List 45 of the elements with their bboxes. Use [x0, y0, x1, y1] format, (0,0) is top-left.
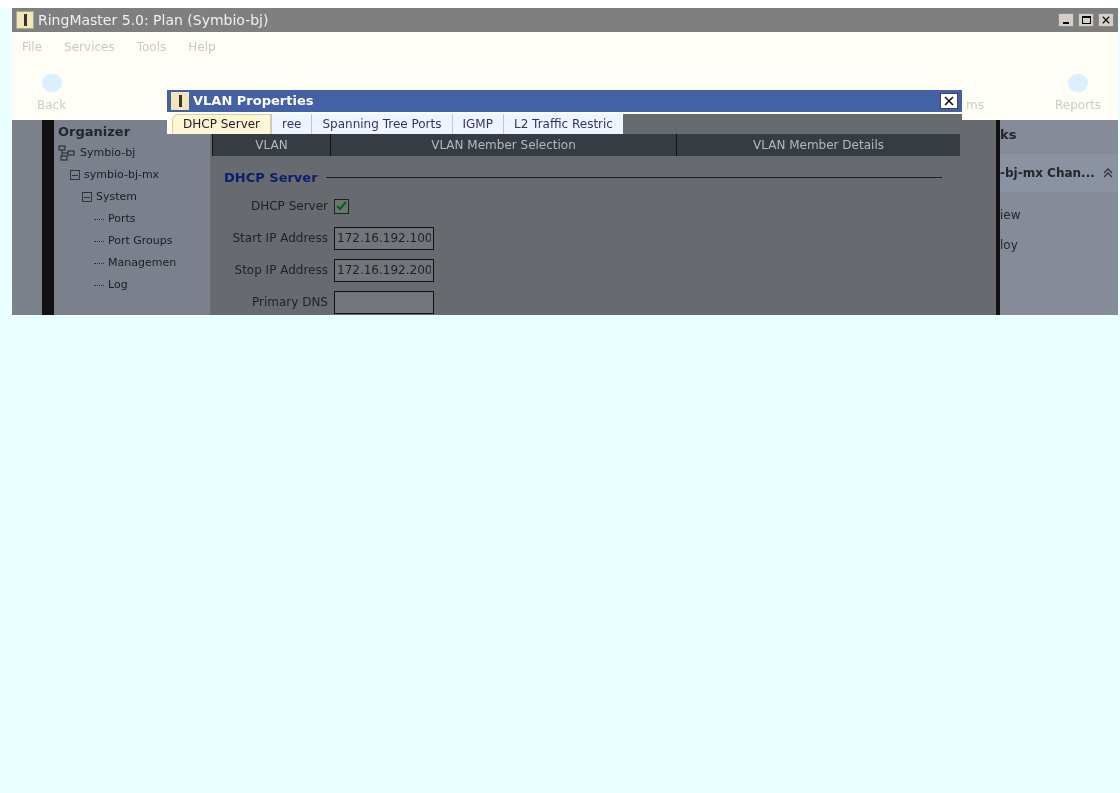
wizard-step[interactable]: VLAN: [212, 133, 330, 156]
panel-title: ks: [1000, 126, 1018, 144]
checkbox[interactable]: [334, 198, 349, 214]
tree-item[interactable]: Ports: [108, 210, 136, 228]
input-field[interactable]: [334, 290, 434, 314]
window-title: RingMaster 5.0: Plan (Symbio-bj): [38, 10, 270, 30]
tab[interactable]: DHCP Server: [172, 113, 272, 134]
toolbar-icon: [1068, 74, 1088, 92]
tab[interactable]: ree: [271, 113, 312, 134]
field-label: Start IP Address: [231, 230, 328, 247]
tree-item[interactable]: symbio-bj-mx: [84, 166, 160, 184]
panel-title: Organizer: [58, 123, 131, 141]
task-link[interactable]: iew: [1000, 192, 1118, 222]
tab[interactable]: L2 Traffic Restric: [502, 113, 623, 134]
wizard-step[interactable]: VLAN Member Details: [676, 133, 960, 156]
close-button[interactable]: [1098, 13, 1114, 27]
tree-item[interactable]: Managemen: [108, 254, 177, 272]
collapse-icon[interactable]: [1102, 167, 1114, 179]
toolbar-icon: [41, 74, 62, 92]
minimize-button[interactable]: [1058, 13, 1074, 27]
section-title: DHCP Server: [224, 168, 318, 187]
network-icon: [58, 145, 76, 161]
field-label: Stop IP Address: [233, 262, 328, 279]
tree-item[interactable]: System: [96, 188, 138, 206]
task-link[interactable]: loy: [1000, 222, 1118, 252]
field-label: DHCP Server: [249, 198, 328, 215]
tree-item[interactable]: Symbio-bj: [80, 144, 136, 162]
close-icon: [944, 95, 954, 106]
wizard-step[interactable]: VLAN Member Selection: [330, 133, 676, 156]
close-icon: [1102, 16, 1110, 24]
app-logo-icon: [171, 91, 189, 110]
collapse-toggle[interactable]: [82, 192, 92, 202]
check-icon: [336, 201, 347, 211]
tree-item[interactable]: Port Groups: [108, 232, 173, 250]
tab[interactable]: Spanning Tree Ports: [311, 113, 452, 134]
tree-item[interactable]: Log: [108, 276, 128, 294]
maximize-button[interactable]: [1078, 13, 1094, 27]
dialog-title: VLAN Properties: [193, 92, 315, 111]
collapse-toggle[interactable]: [70, 170, 80, 180]
input-field[interactable]: 172.16.192.200: [334, 258, 434, 282]
input-field[interactable]: 172.16.192.100: [334, 226, 434, 250]
app-logo-icon: [16, 11, 34, 29]
close-button[interactable]: [940, 92, 958, 109]
tab[interactable]: IGMP: [451, 113, 503, 134]
field-label: Primary DNS: [250, 294, 328, 311]
